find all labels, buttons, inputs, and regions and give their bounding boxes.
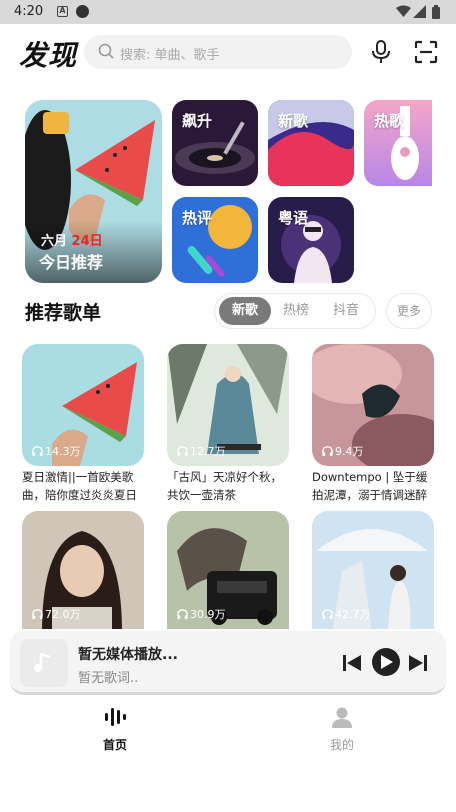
- playlist-cover: 30.9万: [167, 511, 289, 629]
- playlist-cover: 42.7万: [312, 511, 434, 629]
- battery-icon: [432, 5, 440, 19]
- play-count: 14.3万: [28, 442, 87, 462]
- playlist-cover: 12.7万: [167, 344, 289, 466]
- bottom-nav: 首页 我的: [0, 698, 456, 758]
- nav-mine-label: 我的: [329, 738, 354, 752]
- tile-soaring[interactable]: 飙升: [172, 100, 258, 186]
- playlist-card[interactable]: 42.7万: [312, 511, 434, 629]
- player-title: 暂无媒体播放...: [78, 647, 178, 663]
- search-icon: [98, 43, 114, 59]
- play-count: 42.7万: [318, 605, 377, 625]
- headphones-icon: [322, 446, 333, 457]
- daily-date: 六月 24日: [41, 230, 103, 249]
- wifi-icon: [396, 5, 411, 17]
- playlist-cover: 72.0万: [22, 511, 144, 629]
- play-count: 9.4万: [318, 442, 370, 462]
- nav-home[interactable]: 首页: [75, 706, 155, 753]
- record-dot-icon: [76, 5, 89, 18]
- daily-month: 六月: [41, 234, 68, 249]
- play-icon: [381, 655, 393, 669]
- diamond-badge-icon: [43, 112, 69, 134]
- signal-icon: [413, 5, 426, 18]
- section-title: 推荐歌单: [25, 302, 102, 324]
- tile-hot-label: 热歌: [374, 112, 405, 130]
- playlist-name: 夏日激情||一首欧美歌曲，陪你度过炎炎夏日: [22, 470, 137, 502]
- player-artwork: [20, 639, 68, 687]
- playlist-card[interactable]: 30.9万: [167, 511, 289, 629]
- playlist-card[interactable]: 14.3万 夏日激情||一首欧美歌曲，陪你度过炎炎夏日: [22, 344, 144, 504]
- mini-player[interactable]: 暂无媒体播放... 暂无歌词..: [10, 631, 446, 695]
- daily-label: 今日推荐: [39, 253, 104, 272]
- nav-home-label: 首页: [102, 738, 127, 752]
- tile-cantonese[interactable]: 粤语: [268, 197, 354, 283]
- nav-mine[interactable]: 我的: [302, 706, 382, 753]
- headphones-icon: [177, 609, 188, 620]
- play-count: 12.7万: [173, 442, 232, 462]
- headphones-icon: [322, 609, 333, 620]
- music-note-icon: [34, 652, 51, 672]
- tile-hot-songs[interactable]: 热歌: [364, 100, 432, 186]
- headphones-icon: [32, 609, 43, 620]
- next-icon[interactable]: [408, 653, 428, 673]
- tile-new-songs[interactable]: 新歌: [268, 100, 354, 186]
- tile-comments-label: 热评: [182, 209, 213, 227]
- page-title: 发现: [19, 39, 78, 72]
- scan-icon[interactable]: [414, 40, 438, 64]
- play-count: 30.9万: [173, 605, 232, 625]
- status-bar: 4:20 A: [0, 0, 456, 24]
- more-button[interactable]: 更多: [386, 293, 432, 329]
- daily-recommend-card[interactable]: 六月 24日 今日推荐: [25, 100, 162, 283]
- previous-icon[interactable]: [342, 653, 362, 673]
- search-bar[interactable]: 搜索: 单曲、歌手: [84, 35, 352, 69]
- playlist-name: Downtempo | 坠于缓拍泥潭，溺于情调迷醉: [312, 470, 428, 502]
- header: 发现 搜索: 单曲、歌手: [0, 24, 456, 84]
- playlist-cover: 14.3万: [22, 344, 144, 466]
- playlist-card[interactable]: 9.4万 Downtempo | 坠于缓拍泥潭，溺于情调迷醉: [312, 344, 434, 504]
- headphones-icon: [32, 446, 43, 457]
- player-lyric: 暂无歌词..: [78, 671, 139, 686]
- tile-new-label: 新歌: [278, 112, 309, 130]
- tile-hot-comments[interactable]: 热评: [172, 197, 258, 283]
- play-count: 72.0万: [28, 605, 87, 625]
- tab-hot[interactable]: 热榜: [270, 297, 322, 325]
- tab-douyin[interactable]: 抖音: [320, 297, 372, 325]
- waveform-icon: [105, 708, 126, 726]
- playlist-card[interactable]: 12.7万 「古风」天凉好个秋，共饮一壶清茶: [167, 344, 289, 504]
- playlist-name: 「古风」天凉好个秋，共饮一壶清茶: [167, 470, 282, 502]
- status-time: 4:20: [14, 4, 44, 19]
- playlist-card[interactable]: 72.0万: [22, 511, 144, 629]
- tab-new[interactable]: 新歌: [219, 297, 271, 325]
- daily-day: 24日: [71, 234, 103, 249]
- play-button[interactable]: [372, 648, 400, 676]
- search-placeholder: 搜索: 单曲、歌手: [120, 48, 220, 63]
- notification-icon: A: [57, 6, 68, 17]
- tile-cantonese-label: 粤语: [278, 209, 309, 227]
- microphone-icon[interactable]: [370, 40, 392, 64]
- headphones-icon: [177, 446, 188, 457]
- playlist-cover: 9.4万: [312, 344, 434, 466]
- playlist-tabs: 新歌 热榜 抖音: [214, 293, 376, 329]
- person-icon: [332, 707, 352, 728]
- tile-soaring-label: 飙升: [182, 112, 213, 130]
